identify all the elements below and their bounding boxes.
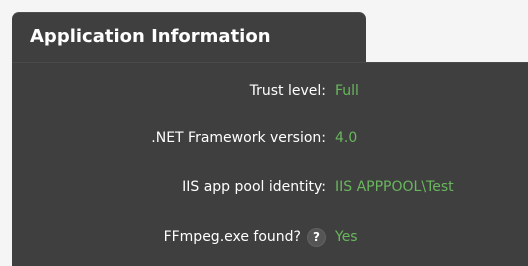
help-icon[interactable]: ? <box>307 227 326 247</box>
dotnet-framework-version-row: .NET Framework version: 4.0 <box>12 124 528 152</box>
trust-level-value: Full <box>335 83 359 99</box>
ffmpeg-found-label-group: FFmpeg.exe found? ? <box>164 223 326 251</box>
ffmpeg-found-value: Yes <box>335 229 358 245</box>
application-information-tab[interactable]: Application Information <box>12 12 366 62</box>
trust-level-label: Trust level: <box>249 83 326 99</box>
iis-app-pool-identity-value: IIS APPPOOL\Test <box>335 179 454 195</box>
trust-level-row: Trust level: Full <box>12 77 528 105</box>
dotnet-framework-version-value: 4.0 <box>335 130 358 146</box>
application-information-title: Application Information <box>30 26 271 47</box>
application-information-panel: Trust level: Full .NET Framework version… <box>12 62 528 266</box>
ffmpeg-found-label: FFmpeg.exe found? <box>163 229 301 245</box>
dotnet-framework-version-label: .NET Framework version: <box>151 130 326 146</box>
iis-app-pool-identity-label: IIS app pool identity: <box>182 179 326 195</box>
ffmpeg-found-row: FFmpeg.exe found? ? Yes <box>12 223 528 251</box>
application-information-list: Trust level: Full .NET Framework version… <box>12 63 528 266</box>
iis-app-pool-identity-row: IIS app pool identity: IIS APPPOOL\Test <box>12 173 528 201</box>
